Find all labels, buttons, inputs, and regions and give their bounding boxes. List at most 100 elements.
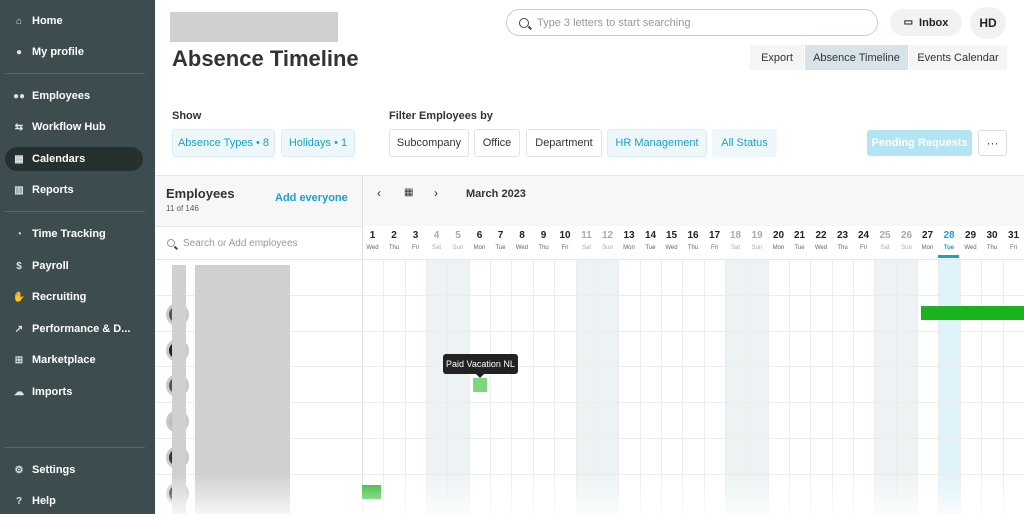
users-icon: ●● <box>12 90 26 102</box>
day-number: 5 <box>455 230 461 241</box>
sidebar-item-workflow-hub[interactable]: ⇆ Workflow Hub <box>5 115 143 139</box>
search-icon <box>167 239 175 247</box>
day-of-week: Thu <box>538 245 549 251</box>
day-number: 1 <box>369 230 376 241</box>
sidebar-item-settings[interactable]: ⚙ Settings <box>5 458 143 482</box>
sidebar-item-label: Marketplace <box>32 354 96 366</box>
sidebar-item-label: Help <box>32 495 56 507</box>
day-number: 14 <box>644 230 657 241</box>
handshake-icon: ✋ <box>12 291 26 303</box>
export-button[interactable]: Export <box>750 45 804 70</box>
employee-search-input[interactable]: Search or Add employees <box>155 226 362 260</box>
day-of-week: Sun <box>901 245 912 251</box>
cloud-upload-icon: ☁ <box>14 386 24 398</box>
sidebar-item-my-profile[interactable]: ● My profile <box>5 40 143 64</box>
sidebar-item-help[interactable]: ? Help <box>5 489 143 513</box>
day-number: 11 <box>581 230 592 241</box>
day-number: 25 <box>879 230 891 241</box>
calendar-header <box>362 176 1024 226</box>
more-options-button[interactable]: ··· <box>978 130 1007 156</box>
day-of-week: Fri <box>1010 245 1017 251</box>
day-number: 19 <box>751 230 763 241</box>
sidebar-item-label: Workflow Hub <box>32 121 106 133</box>
avatar[interactable]: HD <box>970 7 1006 39</box>
sidebar-item-home[interactable]: ⌂ Home <box>5 9 143 33</box>
day-number: 21 <box>793 230 806 241</box>
tab-events-calendar[interactable]: Events Calendar <box>909 45 1007 70</box>
tab-absence-timeline[interactable]: Absence Timeline <box>805 45 908 70</box>
day-number: 31 <box>1007 230 1020 241</box>
day-number: 26 <box>900 230 913 241</box>
day-number: 30 <box>986 230 998 241</box>
day-of-week: Fri <box>412 245 419 251</box>
show-label: Show <box>172 110 202 122</box>
add-everyone-link[interactable]: Add everyone <box>275 192 348 204</box>
sidebar-item-label: Settings <box>32 464 76 476</box>
workflow-icon: ⇆ <box>14 121 24 133</box>
day-of-week: Thu <box>388 245 400 251</box>
employee-search-placeholder: Search or Add employees <box>183 237 298 249</box>
day-of-week: Sat <box>431 245 441 251</box>
day-of-week: Wed <box>366 245 379 251</box>
day-number: 17 <box>708 230 721 241</box>
day-of-week: Thu <box>986 245 998 251</box>
sidebar-item-label: Home <box>32 15 63 27</box>
sidebar-item-recruiting[interactable]: ✋ Recruiting <box>5 285 143 309</box>
calendar-icon[interactable]: ▦ <box>404 187 413 198</box>
search-input[interactable]: Type 3 letters to start searching <box>506 9 878 36</box>
sidebar-item-payroll[interactable]: $ Payroll <box>5 254 143 278</box>
sidebar-item-reports[interactable]: ▥ Reports <box>5 178 143 202</box>
day-number: 27 <box>921 230 934 241</box>
company-logo-placeholder <box>170 12 338 42</box>
day-of-week: Wed <box>515 245 529 251</box>
subcompany-filter[interactable]: Subcompany <box>389 129 469 157</box>
inbox-icon: ▭ <box>903 17 914 28</box>
day-of-week: Tue <box>943 245 955 251</box>
next-month-button[interactable]: › <box>434 186 438 200</box>
day-number: 23 <box>836 230 849 241</box>
day-number: 9 <box>540 230 547 241</box>
sidebar-item-performance[interactable]: ↗ Performance & D... <box>5 317 143 341</box>
sidebar-item-employees[interactable]: ●● Employees <box>5 84 143 108</box>
pending-requests-button[interactable]: Pending Requests <box>867 130 972 156</box>
month-label: March 2023 <box>466 188 526 200</box>
absence-bar[interactable] <box>921 306 1024 320</box>
absence-block[interactable] <box>473 378 487 392</box>
sidebar-item-label: Performance & D... <box>32 323 131 335</box>
day-number: 10 <box>559 230 571 241</box>
chart-icon: ▥ <box>14 184 24 196</box>
day-of-week: Fri <box>711 245 718 251</box>
absence-tooltip: Paid Vacation NL <box>443 354 518 378</box>
prev-month-button[interactable]: ‹ <box>377 186 381 200</box>
day-of-week: Sat <box>880 245 890 251</box>
sidebar-item-marketplace[interactable]: ⊞ Marketplace <box>5 348 143 372</box>
scroll-fade <box>155 474 1024 514</box>
department-filter[interactable]: Department <box>526 129 602 157</box>
status-filter[interactable]: All Status <box>712 129 777 157</box>
absence-types-filter[interactable]: Absence Types • 8 <box>172 129 275 157</box>
day-number: 3 <box>412 230 419 241</box>
grid-icon: ⊞ <box>14 354 24 366</box>
page-title: Absence Timeline <box>172 46 359 71</box>
sidebar-item-imports[interactable]: ☁ Imports <box>5 380 143 404</box>
hr-management-filter[interactable]: HR Management <box>607 129 707 157</box>
sidebar-item-label: Calendars <box>32 153 86 165</box>
day-number: 6 <box>476 230 483 241</box>
inbox-button[interactable]: ▭ Inbox <box>890 9 962 36</box>
app-root: ⌂ Home ● My profile ●● Employees ⇆ Workflow … <box>0 0 1024 514</box>
day-number: 28 <box>943 230 955 241</box>
day-number: 12 <box>601 230 614 241</box>
office-filter[interactable]: Office <box>474 129 520 157</box>
day-of-week: Mon <box>473 245 486 251</box>
day-of-week: Sun <box>602 245 613 251</box>
day-of-week: Wed <box>964 245 977 251</box>
holidays-filter[interactable]: Holidays • 1 <box>281 129 355 157</box>
employees-count: 11 of 146 <box>166 204 199 213</box>
day-of-week: Fri <box>860 245 867 251</box>
search-icon <box>519 17 529 28</box>
trend-icon: ↗ <box>14 323 24 335</box>
filter-employees-label: Filter Employees by <box>389 110 493 122</box>
sidebar-item-label: Employees <box>32 90 91 102</box>
sidebar-item-calendars[interactable]: ▦ Calendars <box>5 147 143 171</box>
sidebar-item-time-tracking[interactable]: ◔ Time Tracking <box>5 222 143 246</box>
